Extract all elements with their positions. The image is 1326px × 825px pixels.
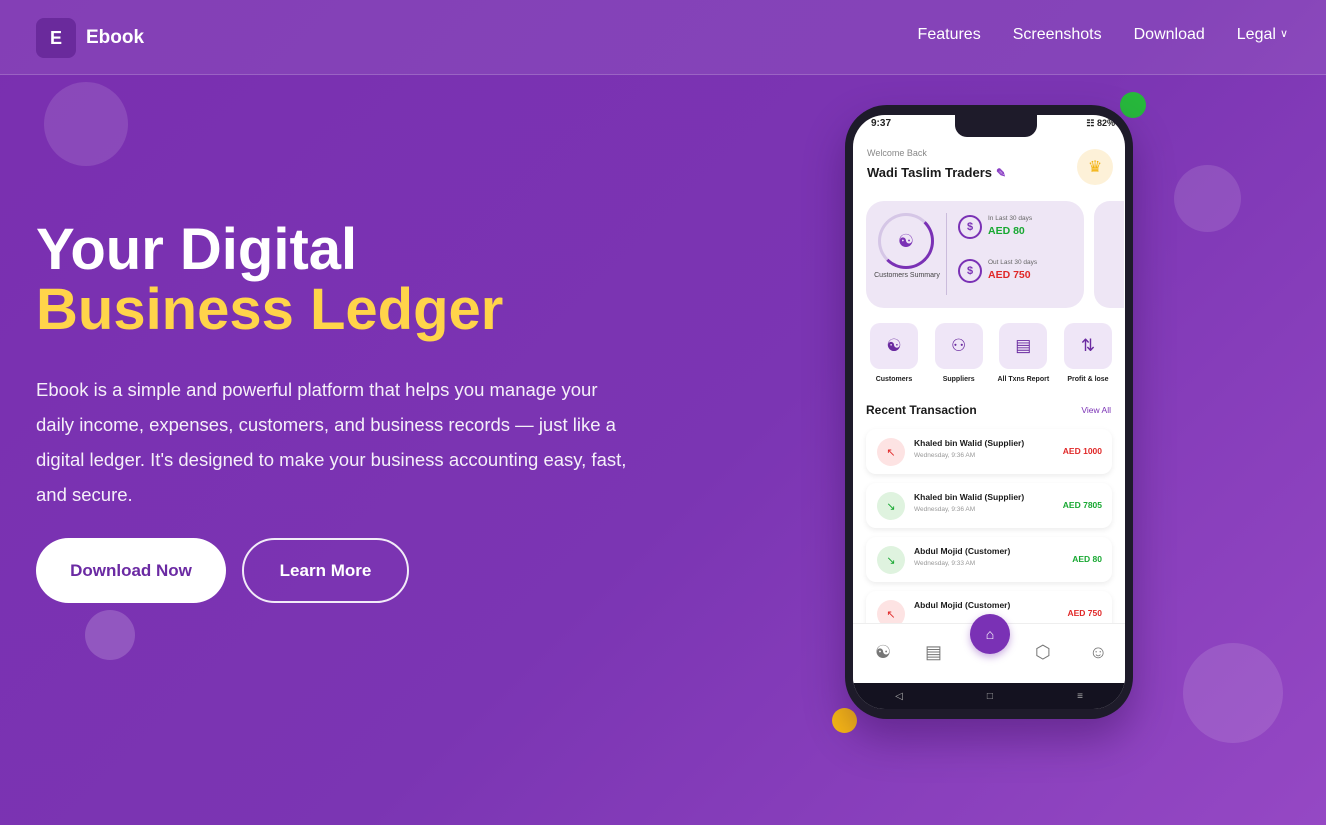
arrow-down-right-icon: ↘ bbox=[877, 546, 905, 574]
top-navbar: E Ebook Features Screenshots Download Le… bbox=[0, 0, 1326, 75]
hero-title-line2: Business Ledger bbox=[36, 277, 504, 342]
view-all-link[interactable]: View All bbox=[1081, 405, 1111, 415]
in-caption: In Last 30 days bbox=[988, 215, 1033, 222]
summary-in-row: $ In Last 30 days AED 80 bbox=[958, 215, 1032, 239]
hero-title: Your Digital Business Ledger bbox=[36, 220, 503, 340]
summary-divider bbox=[946, 213, 947, 295]
decorative-dot-yellow bbox=[832, 708, 857, 733]
quick-customers[interactable]: ☯ Customers bbox=[866, 323, 922, 383]
quick-profit-loss[interactable]: ⇅ Profit & lose bbox=[1060, 323, 1116, 383]
quick-actions: ☯ Customers ⚇ Suppliers ▤ All Txns Repor… bbox=[866, 323, 1116, 383]
nav-link-legal-label: Legal bbox=[1236, 26, 1276, 43]
arrow-up-left-icon: ↖ bbox=[877, 438, 905, 466]
customers-icon: ☯ bbox=[870, 323, 918, 369]
chevron-down-icon: ∨ bbox=[1279, 28, 1288, 40]
business-name-label: Wadi Taslim Traders bbox=[867, 165, 992, 180]
transaction-time: Wednesday, 9:36 AM bbox=[914, 506, 976, 513]
box-icon[interactable]: ⬡ bbox=[1035, 642, 1051, 663]
brand-name: Ebook bbox=[86, 27, 145, 48]
people-icon[interactable]: ☯ bbox=[875, 642, 891, 663]
hero-description: Ebook is a simple and powerful platform … bbox=[36, 379, 627, 505]
hero-title-line1: Your Digital bbox=[36, 217, 358, 282]
download-now-button[interactable]: Download Now bbox=[36, 538, 226, 603]
decorative-circle bbox=[44, 82, 128, 166]
customers-summary-card[interactable]: ☯ Customers Summary $ In Last 30 days AE… bbox=[866, 201, 1084, 308]
transaction-name: Khaled bin Walid (Supplier) bbox=[914, 438, 1025, 448]
nav-links: Features Screenshots Download Legal ∨ bbox=[918, 26, 1288, 44]
transaction-row[interactable]: ↖ Khaled bin Walid (Supplier) Wednesday,… bbox=[866, 429, 1112, 474]
out-amount: AED 750 bbox=[988, 269, 1031, 281]
transaction-time: Wednesday, 9:36 AM bbox=[914, 452, 976, 459]
pencil-icon[interactable]: ✎ bbox=[996, 166, 1006, 180]
swap-arrows-icon: ⇅ bbox=[1063, 323, 1112, 369]
business-name: Wadi Taslim Traders ✎ bbox=[867, 165, 1006, 180]
welcome-text: Welcome Back bbox=[867, 148, 927, 158]
recent-transaction-title: Recent Transaction bbox=[866, 403, 977, 417]
nav-link-screenshots[interactable]: Screenshots bbox=[1013, 26, 1102, 44]
phone-screen: 9:37 ☷ 82% Welcome Back Wadi Taslim Trad… bbox=[853, 115, 1125, 709]
quick-label: Profit & lose bbox=[1067, 376, 1109, 383]
transaction-row[interactable]: ↘ Abdul Mojid (Customer) Wednesday, 9:33… bbox=[866, 537, 1112, 582]
ledger-icon[interactable]: ▤ bbox=[925, 642, 942, 663]
transaction-name: Abdul Mojid (Customer) bbox=[914, 600, 1011, 610]
dollar-in-icon: $ bbox=[958, 215, 982, 239]
quick-suppliers[interactable]: ⚇ Suppliers bbox=[931, 323, 987, 383]
next-summary-card[interactable] bbox=[1094, 201, 1124, 308]
brand-logo[interactable]: E Ebook bbox=[36, 18, 144, 58]
logo-badge: E bbox=[36, 18, 76, 58]
battery-percent: 82% bbox=[1096, 118, 1115, 128]
home-icon[interactable]: ⌂ bbox=[970, 614, 1010, 654]
nav-link-legal[interactable]: Legal ∨ bbox=[1237, 26, 1288, 44]
summary-label: Customers Summary bbox=[874, 272, 940, 279]
decorative-circle bbox=[1183, 643, 1283, 743]
customers-ring-icon: ☯ bbox=[878, 213, 934, 269]
transaction-time: Wednesday, 9:33 AM bbox=[914, 560, 976, 567]
home-square-icon[interactable]: □ bbox=[987, 691, 993, 702]
decorative-circle bbox=[1174, 165, 1241, 232]
menu-icon[interactable]: ≡ bbox=[1077, 691, 1083, 702]
back-icon[interactable]: ◁ bbox=[895, 691, 903, 702]
transaction-amount: AED 7805 bbox=[1062, 500, 1102, 510]
transaction-name: Khaled bin Walid (Supplier) bbox=[914, 492, 1025, 502]
decorative-circle bbox=[85, 610, 135, 660]
nav-link-features[interactable]: Features bbox=[918, 26, 981, 44]
suppliers-icon: ⚇ bbox=[934, 323, 983, 369]
quick-label: Suppliers bbox=[942, 376, 975, 383]
status-time: 9:37 bbox=[871, 118, 892, 129]
in-amount: AED 80 bbox=[988, 225, 1025, 237]
report-icon: ▤ bbox=[999, 323, 1048, 369]
phone-notch bbox=[955, 115, 1037, 137]
learn-more-button[interactable]: Learn More bbox=[242, 538, 409, 603]
transaction-name: Abdul Mojid (Customer) bbox=[914, 546, 1011, 556]
quick-all-txns-report[interactable]: ▤ All Txns Report bbox=[995, 323, 1051, 383]
transaction-amount: AED 750 bbox=[1067, 608, 1103, 618]
phone-mockup: 9:37 ☷ 82% Welcome Back Wadi Taslim Trad… bbox=[845, 105, 1133, 719]
summary-out-row: $ Out Last 30 days AED 750 bbox=[958, 259, 1037, 283]
status-battery: ☷ 82% bbox=[1086, 118, 1115, 128]
android-nav-bar: ◁ □ ≡ bbox=[853, 683, 1125, 709]
quick-label: All Txns Report bbox=[997, 376, 1050, 383]
decorative-dot-green bbox=[1120, 92, 1146, 118]
transaction-amount: AED 1000 bbox=[1062, 446, 1102, 456]
transaction-amount: AED 80 bbox=[1072, 554, 1102, 564]
out-caption: Out Last 30 days bbox=[988, 259, 1038, 266]
arrow-down-right-icon: ↘ bbox=[877, 492, 905, 520]
transaction-row[interactable]: ↘ Khaled bin Walid (Supplier) Wednesday,… bbox=[866, 483, 1112, 528]
nav-link-download[interactable]: Download bbox=[1134, 26, 1205, 44]
crown-icon[interactable]: ♛ bbox=[1077, 149, 1113, 185]
dollar-out-icon: $ bbox=[958, 259, 982, 283]
user-icon[interactable]: ☺ bbox=[1089, 642, 1107, 663]
quick-label: Customers bbox=[875, 376, 913, 383]
bottom-tab-bar: ☯ ▤ ⌂ ⬡ ☺ bbox=[853, 614, 1125, 683]
